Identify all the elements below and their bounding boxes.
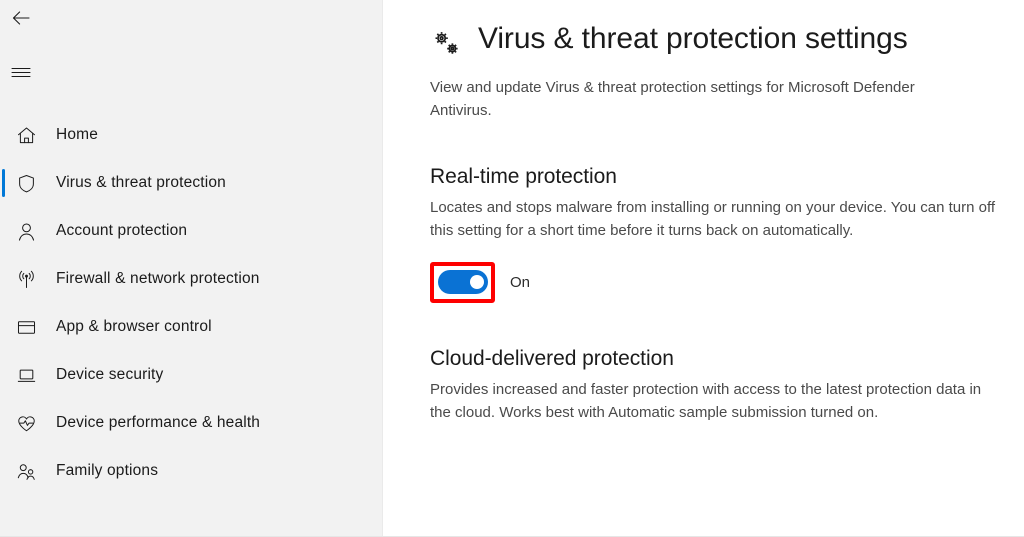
window-icon [14,315,38,339]
section-description: Locates and stops malware from installin… [430,198,996,240]
toggle-state-label: On [510,273,531,291]
sidebar-item-label: Device performance & health [56,414,261,432]
person-icon [14,219,38,243]
section-cloud-delivered-protection: Cloud-delivered protection Provides incr… [430,346,1004,425]
windows-security-window: Home Virus & threat protection Account p… [0,0,1024,537]
sidebar-item-virus-threat-protection[interactable]: Virus & threat protection [0,159,382,207]
page-title: Virus & threat protection settings [478,22,908,55]
section-title: Cloud-delivered protection [430,346,674,370]
sidebar-item-device-security[interactable]: Device security [0,351,382,399]
toggle-knob [469,275,484,290]
hamburger-menu-icon [11,64,31,85]
back-button[interactable] [0,3,44,37]
sidebar-nav: Home Virus & threat protection Account p… [0,111,382,495]
selection-indicator [2,169,5,197]
page-header: Virus & threat protection settings [430,21,1004,61]
shield-icon [14,171,38,195]
sidebar-item-label: Family options [56,462,159,480]
sidebar-item-account-protection[interactable]: Account protection [0,207,382,255]
page-description: View and update Virus & threat protectio… [430,79,915,119]
real-time-protection-toggle[interactable] [437,270,488,295]
section-real-time-protection: Real-time protection Locates and stops m… [430,164,1004,303]
hamburger-menu-button[interactable] [0,57,44,91]
broadcast-icon [14,267,38,291]
sidebar-item-label: Account protection [56,222,188,240]
back-arrow-icon [11,8,31,33]
heart-pulse-icon [14,411,38,435]
sidebar-item-label: Firewall & network protection [56,270,260,288]
section-description: Provides increased and faster protection… [430,380,982,422]
section-title: Real-time protection [430,164,617,188]
sidebar-item-family-options[interactable]: Family options [0,447,382,495]
sidebar-item-app-browser-control[interactable]: App & browser control [0,303,382,351]
laptop-icon [14,363,38,387]
real-time-protection-toggle-row: On [430,261,1004,303]
home-icon [14,123,38,147]
sidebar-item-label: Virus & threat protection [56,174,226,192]
sidebar-item-firewall-network-protection[interactable]: Firewall & network protection [0,255,382,303]
main-content: Virus & threat protection settings View … [383,0,1024,536]
people-icon [14,459,38,483]
sidebar-item-label: App & browser control [56,318,212,336]
highlight-annotation-box [430,261,495,303]
sidebar-item-label: Home [56,126,98,144]
sidebar: Home Virus & threat protection Account p… [0,0,383,536]
sidebar-item-home[interactable]: Home [0,111,382,159]
sidebar-item-label: Device security [56,366,164,384]
sidebar-item-device-performance-health[interactable]: Device performance & health [0,399,382,447]
gears-icon [430,27,464,61]
